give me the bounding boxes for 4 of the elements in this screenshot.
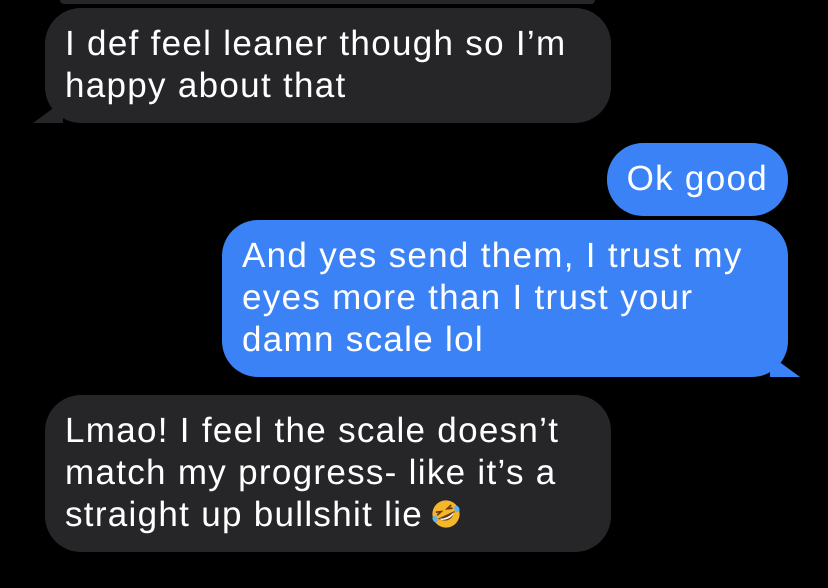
message-text: Lmao! I feel the scale doesn’t match my progress- like it’s a straight up bullshit lie xyxy=(65,411,560,534)
message-text: Ok good xyxy=(626,159,768,198)
message-text: I def feel leaner though so I’m happy about that xyxy=(65,24,566,105)
message-text: And yes send them, I trust my eyes more than I trust your damn scale lol xyxy=(242,236,743,359)
